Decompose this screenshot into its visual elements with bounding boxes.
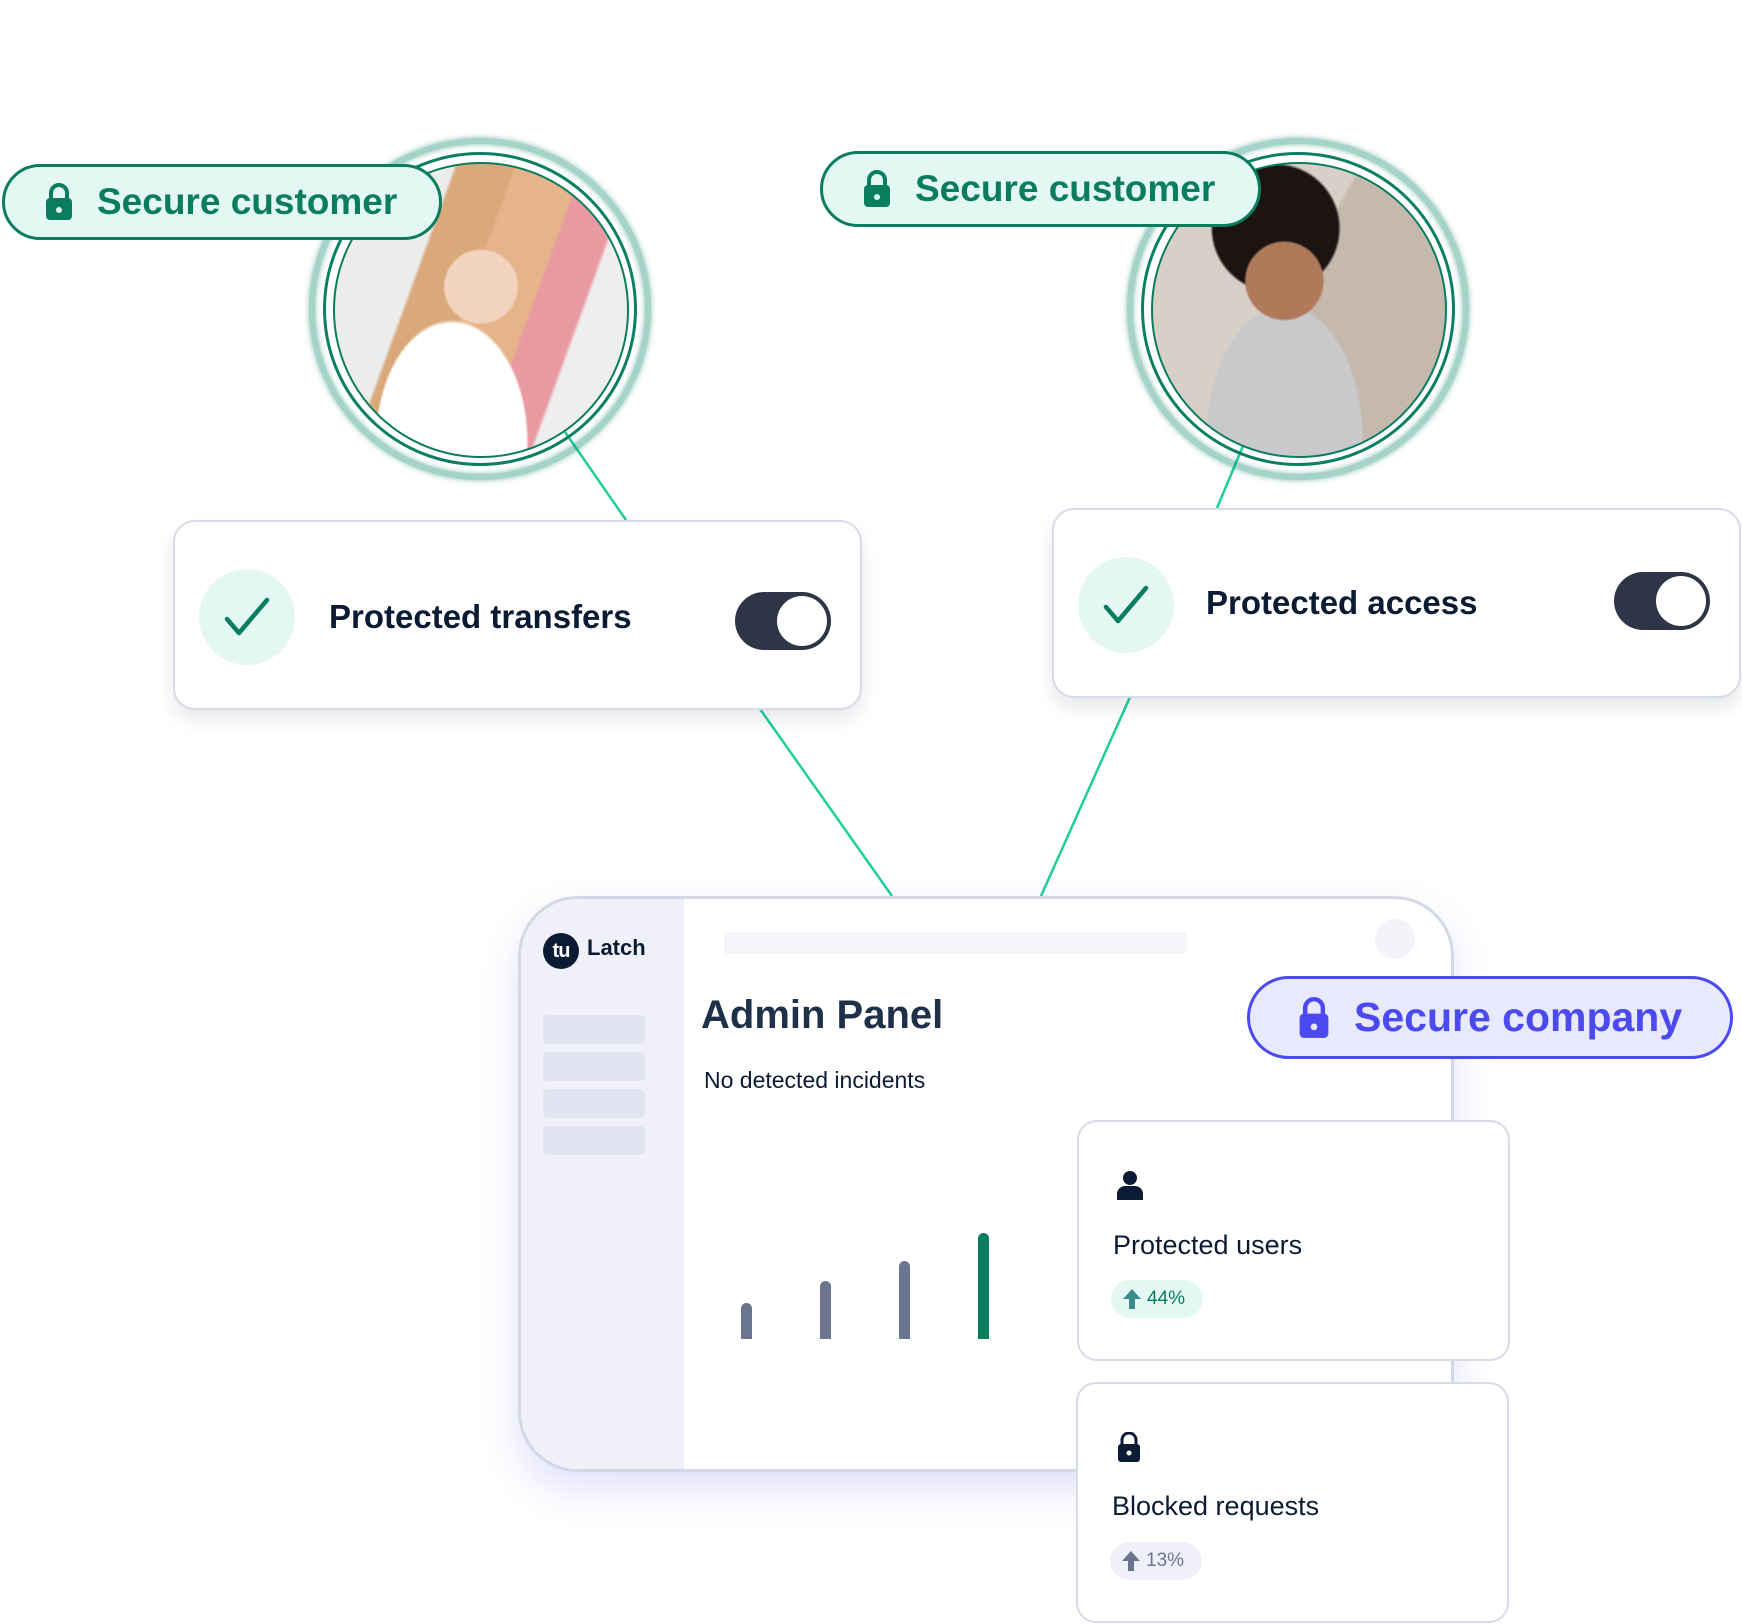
chart-bar bbox=[978, 1233, 989, 1339]
lock-icon bbox=[46, 183, 72, 220]
lock-icon bbox=[864, 170, 890, 207]
stat-change-value: 44% bbox=[1147, 1288, 1186, 1309]
user-avatar[interactable] bbox=[1375, 919, 1415, 959]
stat-title: Protected users bbox=[1113, 1230, 1303, 1260]
secure-customer-badge-1: Secure customer bbox=[2, 164, 442, 240]
check-badge bbox=[1078, 557, 1174, 653]
status-text: No detected incidents bbox=[704, 1067, 926, 1093]
sidebar: tu Latch bbox=[521, 899, 684, 1469]
chart-bar bbox=[899, 1261, 910, 1339]
badge-label: Secure customer bbox=[97, 181, 398, 222]
blocked-requests-card: Blocked requests 13% bbox=[1076, 1382, 1509, 1623]
secure-company-badge: Secure company bbox=[1247, 976, 1733, 1059]
connector-line bbox=[758, 708, 894, 897]
stat-title: Blocked requests bbox=[1112, 1491, 1320, 1521]
incidents-chart bbox=[741, 1219, 1041, 1339]
protection-label: Protected access bbox=[1206, 584, 1478, 621]
protection-label: Protected transfers bbox=[329, 598, 632, 635]
protected-transfers-card: Protected transfers bbox=[173, 520, 862, 710]
check-badge bbox=[199, 569, 295, 665]
chart-bar bbox=[741, 1303, 752, 1339]
protected-access-toggle[interactable] bbox=[1614, 572, 1710, 630]
search-bar[interactable] bbox=[724, 932, 1186, 954]
lock-icon bbox=[1118, 1432, 1140, 1462]
sidebar-item[interactable] bbox=[543, 1015, 645, 1044]
logo-text: Latch bbox=[587, 935, 646, 960]
badge-label: Secure company bbox=[1354, 994, 1683, 1040]
check-icon bbox=[224, 597, 270, 636]
check-icon bbox=[1103, 585, 1149, 624]
stat-change-badge: 44% bbox=[1111, 1280, 1204, 1318]
stat-change-badge: 13% bbox=[1110, 1542, 1203, 1580]
badge-label: Secure customer bbox=[915, 168, 1216, 209]
sidebar-item[interactable] bbox=[543, 1089, 645, 1118]
arrow-up-icon bbox=[1123, 1289, 1141, 1309]
stat-change-value: 13% bbox=[1146, 1550, 1185, 1571]
page-title: Admin Panel bbox=[701, 993, 944, 1037]
protected-users-card: Protected users 44% bbox=[1077, 1120, 1510, 1361]
secure-customer-badge-2: Secure customer bbox=[820, 151, 1261, 227]
chart-bar bbox=[820, 1281, 831, 1339]
user-icon bbox=[1117, 1171, 1143, 1200]
lock-icon bbox=[1299, 996, 1329, 1038]
sidebar-item[interactable] bbox=[543, 1052, 645, 1081]
protected-access-card: Protected access bbox=[1052, 508, 1741, 698]
sidebar-item[interactable] bbox=[543, 1126, 645, 1155]
connector-line bbox=[1039, 696, 1132, 897]
latch-logo-icon: tu bbox=[543, 933, 579, 969]
protected-transfers-toggle[interactable] bbox=[735, 592, 831, 650]
arrow-up-icon bbox=[1122, 1551, 1140, 1571]
